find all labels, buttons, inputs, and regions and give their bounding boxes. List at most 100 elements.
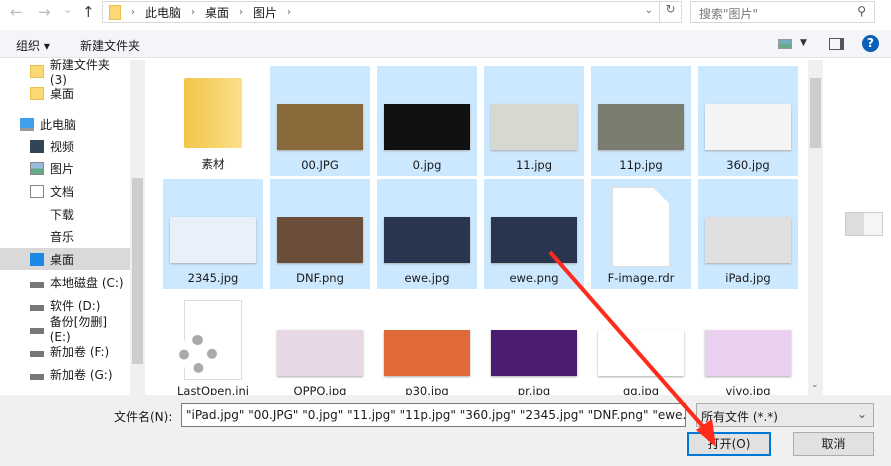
scrollbar-thumb[interactable] bbox=[132, 178, 143, 364]
file-item[interactable]: 360.jpg bbox=[698, 66, 798, 176]
new-folder-button[interactable]: 新建文件夹 bbox=[80, 37, 140, 54]
image-thumbnail bbox=[384, 217, 470, 263]
file-name: 0.jpg bbox=[412, 158, 442, 172]
file-grid: 素材 00.JPG 0.jpg 11.jpg 11p.jpg 360.jpg 2345.jp… bbox=[150, 60, 808, 395]
file-scrollbar[interactable]: ⌄ bbox=[808, 60, 823, 395]
drive-icon bbox=[30, 305, 44, 311]
chevron-right-icon: › bbox=[239, 6, 244, 18]
refresh-icon[interactable]: ↻ bbox=[659, 2, 681, 22]
file-name: F-image.rdr bbox=[607, 271, 675, 285]
chevron-down-icon[interactable]: ▼ bbox=[800, 38, 807, 48]
sidebar-item[interactable]: 音乐 bbox=[0, 225, 130, 247]
address-bar[interactable]: › 此电脑 › 桌面 › 图片 › ⌄ ↻ bbox=[102, 1, 682, 23]
sidebar-item[interactable]: 文档 bbox=[0, 180, 130, 202]
file-item[interactable]: 2345.jpg bbox=[163, 179, 263, 289]
help-icon[interactable]: ? bbox=[862, 35, 879, 52]
sidebar-item-label: 备份[勿删] (E:) bbox=[49, 314, 108, 344]
sidebar-item[interactable]: 图片 bbox=[0, 157, 130, 179]
preview-pane-icon[interactable] bbox=[829, 38, 844, 50]
file-name: DNF.png bbox=[296, 271, 344, 285]
sidebar-item[interactable]: 桌面 bbox=[0, 248, 130, 270]
open-button[interactable]: 打开(O) bbox=[687, 432, 771, 456]
filetype-select[interactable]: 所有文件 (*.*) ⌄ bbox=[696, 403, 874, 427]
file-item[interactable]: 0.jpg bbox=[377, 66, 477, 176]
file-item[interactable]: 11p.jpg bbox=[591, 66, 691, 176]
up-button[interactable]: ↑ bbox=[82, 3, 95, 21]
file-item[interactable]: ewe.png bbox=[484, 179, 584, 289]
sidebar-item-label: 视频 bbox=[50, 139, 75, 154]
sidebar-item[interactable]: 新加卷 (F:) bbox=[0, 340, 130, 362]
sidebar-item-label: 新加卷 (G:) bbox=[50, 367, 113, 382]
file-item[interactable]: ewe.jpg bbox=[377, 179, 477, 289]
sidebar-item[interactable]: 此电脑 bbox=[0, 113, 130, 135]
filename-input[interactable]: "iPad.jpg" "00.JPG" "0.jpg" "11.jpg" "11… bbox=[181, 403, 686, 427]
search-input[interactable]: 搜索"图片" ⚲ bbox=[690, 1, 875, 23]
file-name: 素材 bbox=[201, 157, 225, 171]
image-thumbnail bbox=[277, 104, 363, 150]
folder-icon bbox=[30, 86, 44, 100]
file-name: pr.jpg bbox=[517, 384, 551, 395]
settings-file-icon bbox=[179, 300, 242, 380]
view-options-icon[interactable] bbox=[778, 39, 792, 49]
file-name: 360.jpg bbox=[726, 158, 770, 172]
cancel-button[interactable]: 取消 bbox=[793, 432, 874, 456]
navigation-pane: 新建文件夹 (3) 桌面 此电脑 视频 图片 文档 下载 音乐 桌面 本地磁盘 (C:) 软件 (D… bbox=[0, 58, 130, 395]
file-name: vivo.jpg bbox=[725, 384, 771, 395]
sidebar-item[interactable]: 新建文件夹 (3) bbox=[0, 58, 130, 87]
filetype-value: 所有文件 (*.*) bbox=[701, 410, 778, 424]
file-item[interactable]: 11.jpg bbox=[484, 66, 584, 176]
address-dropdown-icon[interactable]: ⌄ bbox=[645, 5, 653, 16]
file-item[interactable]: F-image.rdr bbox=[591, 179, 691, 289]
file-name: iPad.jpg bbox=[725, 271, 771, 285]
file-item[interactable]: DNF.png bbox=[270, 179, 370, 289]
breadcrumb-item[interactable]: 图片 bbox=[253, 4, 277, 21]
file-item[interactable]: vivo.jpg bbox=[698, 292, 798, 395]
file-item[interactable]: iPad.jpg bbox=[698, 179, 798, 289]
forward-button[interactable]: → bbox=[38, 3, 51, 21]
image-thumbnail bbox=[491, 104, 577, 150]
image-thumbnail bbox=[598, 330, 684, 376]
sidebar-item[interactable]: 桌面 bbox=[0, 82, 130, 104]
image-thumbnail bbox=[705, 330, 791, 376]
file-name: qq.jpg bbox=[622, 384, 660, 395]
nav-scrollbar[interactable] bbox=[130, 60, 145, 395]
sidebar-item-label: 下载 bbox=[50, 207, 75, 222]
file-item[interactable]: LastOpen.ini bbox=[163, 292, 263, 395]
file-name: ewe.jpg bbox=[404, 271, 450, 285]
breadcrumb-item[interactable]: 桌面 bbox=[205, 4, 229, 21]
sidebar-item[interactable]: 视频 bbox=[0, 135, 130, 157]
file-name: 11.jpg bbox=[515, 158, 553, 172]
file-name: LastOpen.ini bbox=[176, 384, 249, 395]
file-item[interactable]: OPPO.jpg bbox=[270, 292, 370, 395]
breadcrumb-item[interactable]: 此电脑 bbox=[145, 4, 181, 21]
sidebar-item-label: 软件 (D:) bbox=[50, 298, 101, 313]
scrollbar-thumb[interactable] bbox=[810, 78, 821, 148]
recent-locations-button[interactable]: ⌄ bbox=[63, 3, 72, 16]
folder-icon bbox=[109, 4, 121, 20]
scroll-down-icon[interactable]: ⌄ bbox=[811, 380, 819, 390]
file-item[interactable]: pr.jpg bbox=[484, 292, 584, 395]
chevron-down-icon: ⌄ bbox=[856, 407, 867, 421]
sidebar-item[interactable]: 下载 bbox=[0, 203, 130, 225]
file-name: 2345.jpg bbox=[187, 271, 239, 285]
sidebar-item[interactable]: 本地磁盘 (C:) bbox=[0, 271, 130, 293]
image-thumbnail bbox=[170, 217, 256, 263]
image-thumbnail bbox=[705, 217, 791, 263]
file-item[interactable]: qq.jpg bbox=[591, 292, 691, 395]
sidebar-item[interactable]: 备份[勿删] (E:) bbox=[0, 315, 130, 344]
file-item[interactable]: 素材 bbox=[163, 66, 263, 176]
sidebar-item-label: 桌面 bbox=[50, 252, 75, 267]
file-item[interactable]: 00.JPG bbox=[270, 66, 370, 176]
chevron-right-icon: › bbox=[131, 6, 135, 18]
image-thumbnail bbox=[277, 217, 363, 263]
chevron-right-icon: › bbox=[287, 6, 292, 18]
search-icon: ⚲ bbox=[857, 4, 866, 18]
image-thumbnail bbox=[491, 217, 577, 263]
back-button[interactable]: ← bbox=[10, 3, 23, 21]
folder-icon bbox=[184, 78, 242, 148]
organize-button[interactable]: 组织 ▾ bbox=[16, 37, 50, 54]
file-item[interactable]: p30.jpg bbox=[377, 292, 477, 395]
file-name: ewe.png bbox=[509, 271, 559, 285]
file-name: 00.JPG bbox=[301, 158, 339, 172]
sidebar-item[interactable]: 新加卷 (G:) bbox=[0, 363, 130, 385]
